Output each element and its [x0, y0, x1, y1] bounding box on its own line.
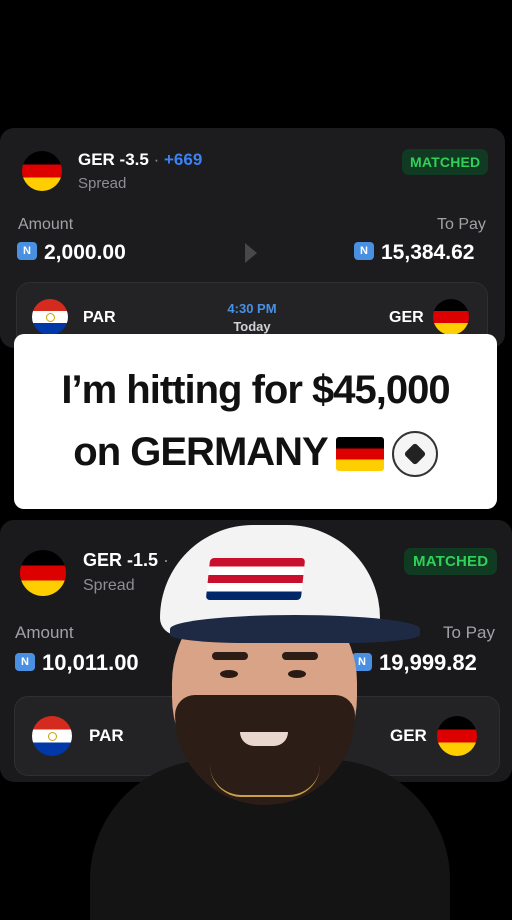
soccer-ball-icon	[391, 431, 438, 478]
match-day: Today	[233, 319, 271, 334]
coin-icon: N	[15, 653, 35, 672]
bet-type: Spread	[78, 175, 127, 192]
flag-germany-icon	[335, 437, 384, 472]
necklace	[210, 765, 320, 797]
bet-odds: +669	[164, 150, 203, 169]
presenter-photo	[90, 520, 450, 920]
caption-overlay: I’m hitting for $45,000 on GERMANY	[14, 334, 497, 509]
cap-logo-icon	[205, 558, 306, 600]
eyebrow	[282, 652, 318, 660]
eyebrow	[212, 652, 248, 660]
bet-selection: GER -3.5 · +669	[78, 150, 203, 169]
coin-icon: N	[354, 242, 374, 261]
coin-icon: N	[17, 242, 37, 261]
away-team: GER	[389, 309, 424, 326]
amount-value: N 2,000.00	[17, 241, 126, 265]
bet-card-1[interactable]: GER -3.5 · +669 Spread MATCHED Amount N2…	[0, 128, 505, 348]
topay-value: N 15,384.62	[354, 241, 474, 265]
amount-label: Amount	[18, 216, 74, 233]
match-time: 4:30 PM	[227, 301, 277, 316]
topay-label: To Pay	[443, 623, 495, 642]
caption-line-2: on GERMANY	[14, 430, 497, 478]
topay-label: To Pay	[437, 216, 486, 233]
caption-line-1: I’m hitting for $45,000	[61, 368, 450, 412]
eye	[288, 670, 306, 678]
mouth	[240, 732, 288, 746]
status-badge: MATCHED	[402, 149, 489, 175]
chevron-right-icon	[245, 243, 257, 263]
amount-label: Amount	[15, 623, 74, 642]
flag-germany-icon	[22, 151, 62, 191]
cap-brim	[170, 615, 420, 643]
eye	[220, 670, 238, 678]
flag-germany-icon	[20, 550, 66, 596]
home-team: PAR	[83, 309, 116, 326]
flag-paraguay-icon	[32, 716, 72, 756]
flag-germany-icon	[433, 299, 469, 335]
flag-paraguay-icon	[32, 299, 68, 335]
